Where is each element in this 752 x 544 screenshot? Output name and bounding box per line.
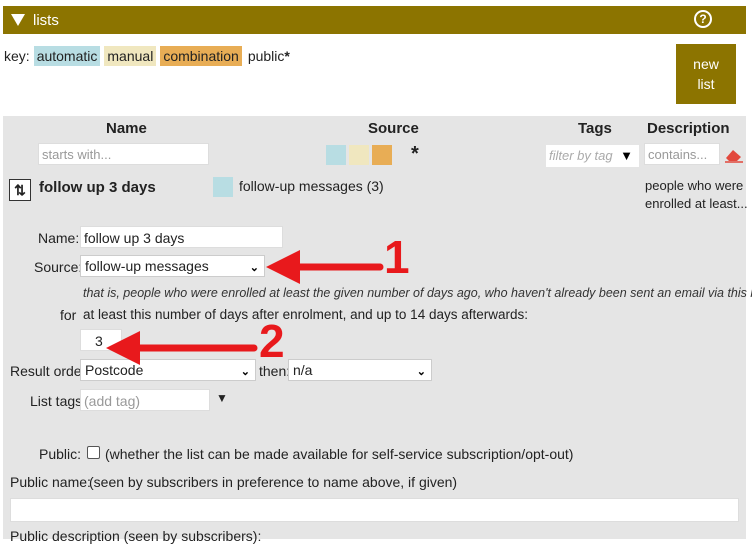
result-order-label: Result order: — [10, 363, 91, 379]
annotation-arrow-2 — [102, 322, 262, 370]
public-description: (whether the list can be made available … — [105, 446, 574, 462]
public-label: Public: — [39, 446, 82, 462]
public-checkbox[interactable] — [87, 446, 100, 459]
key-combination: combination — [160, 46, 242, 66]
lists-header-bar[interactable]: lists ? — [3, 6, 746, 34]
then-select[interactable]: n/a ⌄ — [288, 359, 432, 381]
key-automatic: automatic — [33, 46, 101, 66]
key-label: key: — [4, 48, 30, 64]
name-filter-input[interactable]: starts with... — [38, 143, 209, 165]
source-filter-public[interactable]: * — [411, 143, 419, 166]
key-manual: manual — [104, 46, 157, 66]
annotation-number-2: 2 — [259, 315, 285, 367]
chevron-down-icon: ⌄ — [416, 366, 426, 378]
list-row-source: follow-up messages (3) — [239, 178, 384, 194]
new-list-line2: list — [697, 76, 715, 92]
key-public-mark: * — [284, 48, 290, 64]
key-legend: key: automatic manual combination public… — [4, 45, 290, 67]
then-value: n/a — [293, 362, 313, 378]
chevron-down-icon: ⌄ — [249, 262, 259, 274]
collapse-triangle-icon[interactable] — [11, 14, 25, 26]
name-label: Name: — [38, 230, 80, 246]
public-name-hint: (seen by subscribers in preference to na… — [89, 474, 458, 490]
source-filter-manual[interactable] — [349, 145, 369, 165]
key-public: public — [247, 48, 285, 64]
question-circle-icon[interactable]: ? — [694, 10, 712, 28]
caret-down-icon[interactable]: ▼ — [216, 391, 228, 405]
public-description-label: Public description (seen by subscribers)… — [10, 528, 262, 544]
source-filter-automatic[interactable] — [326, 145, 346, 165]
column-header-description[interactable]: Description — [647, 120, 730, 137]
source-filter-combination[interactable] — [372, 145, 392, 165]
source-select-value: follow-up messages — [85, 258, 209, 274]
new-list-line1: new — [693, 56, 719, 72]
source-explanation: that is, people who were enrolled at lea… — [83, 286, 752, 300]
column-header-source[interactable]: Source — [368, 120, 419, 137]
column-header-name[interactable]: Name — [106, 120, 147, 137]
source-select[interactable]: follow-up messages ⌄ — [80, 255, 265, 277]
public-name-input[interactable] — [10, 498, 739, 522]
sort-updown-icon[interactable]: ⇅ — [9, 179, 31, 201]
name-input[interactable]: follow up 3 days — [80, 226, 283, 248]
for-label: for — [60, 307, 77, 323]
tags-filter-select[interactable]: filter by tag ▼ — [546, 145, 639, 167]
section-title: lists — [33, 11, 59, 29]
list-tags-label: List tags: — [30, 393, 87, 409]
days-description: at least this number of days after enrol… — [83, 307, 528, 322]
source-label: Source: — [34, 259, 83, 275]
list-tags-input[interactable]: (add tag) — [80, 389, 210, 411]
list-row-description-1: people who were — [645, 178, 744, 193]
list-row-description-2: enrolled at least... — [645, 196, 748, 211]
list-row-name[interactable]: follow up 3 days — [39, 179, 156, 196]
public-name-label: Public name: — [10, 474, 91, 490]
tags-filter-placeholder: filter by tag — [549, 148, 613, 163]
chevron-down-icon: ▼ — [620, 148, 633, 163]
column-header-tags[interactable]: Tags — [578, 120, 612, 137]
list-row-source-swatch — [213, 177, 233, 197]
eraser-icon[interactable] — [724, 147, 744, 163]
annotation-number-1: 1 — [384, 231, 410, 283]
description-filter-input[interactable]: contains... — [644, 143, 720, 165]
new-list-button[interactable]: new list — [676, 44, 736, 104]
